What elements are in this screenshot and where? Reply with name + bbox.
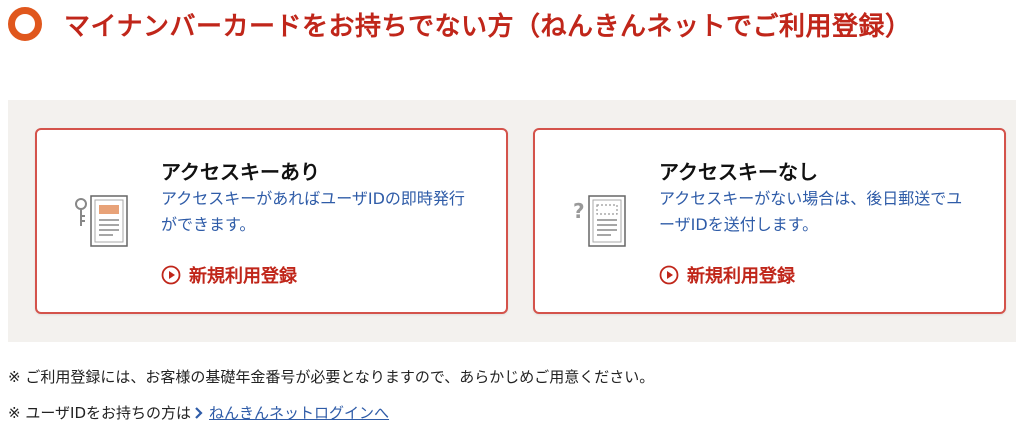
registration-options-panel: アクセスキーあり アクセスキーがあればユーザIDの即時発行ができます。 新規利用… [8, 100, 1016, 342]
question-document-icon: ? [573, 195, 626, 247]
new-registration-label: 新規利用登録 [687, 266, 795, 287]
card-description: アクセスキーがあればユーザIDの即時発行ができます。 [161, 189, 465, 234]
note-login-prefix: ※ ユーザIDをお持ちの方は [8, 404, 192, 422]
key-document-icon [75, 195, 128, 247]
card-with-access-key[interactable]: アクセスキーあり アクセスキーがあればユーザIDの即時発行ができます。 新規利用… [35, 128, 508, 314]
section-title: マイナンバーカードをお持ちでない方（ねんきんネットでご利用登録） [64, 11, 912, 42]
chevron-right-icon [195, 406, 203, 419]
card-title: アクセスキーなし [659, 160, 818, 184]
section-heading: マイナンバーカードをお持ちでない方（ねんきんネットでご利用登録） [8, 4, 911, 44]
play-circle-icon [161, 265, 181, 285]
new-registration-link[interactable]: 新規利用登録 [659, 262, 795, 288]
note-basic-pension-number: ※ ご利用登録には、お客様の基礎年金番号が必要となりますので、あらかじめご用意く… [8, 368, 655, 386]
ring-bullet-icon [8, 7, 42, 41]
card-description: アクセスキーがない場合は、後日郵送でユーザIDを送付します。 [659, 189, 963, 234]
card-title: アクセスキーあり [161, 160, 320, 184]
card-without-access-key[interactable]: ? アクセスキーなし アクセスキーがない場合は、後日郵送でユーザIDを送付します… [533, 128, 1006, 314]
svg-text:?: ? [573, 199, 585, 223]
note-login: ※ ユーザIDをお持ちの方は ねんきんネットログインへ [8, 402, 389, 423]
play-circle-icon [659, 265, 679, 285]
new-registration-link[interactable]: 新規利用登録 [161, 262, 297, 288]
new-registration-label: 新規利用登録 [189, 266, 297, 287]
nenkin-net-login-link[interactable]: ねんきんネットログインへ [209, 402, 389, 423]
